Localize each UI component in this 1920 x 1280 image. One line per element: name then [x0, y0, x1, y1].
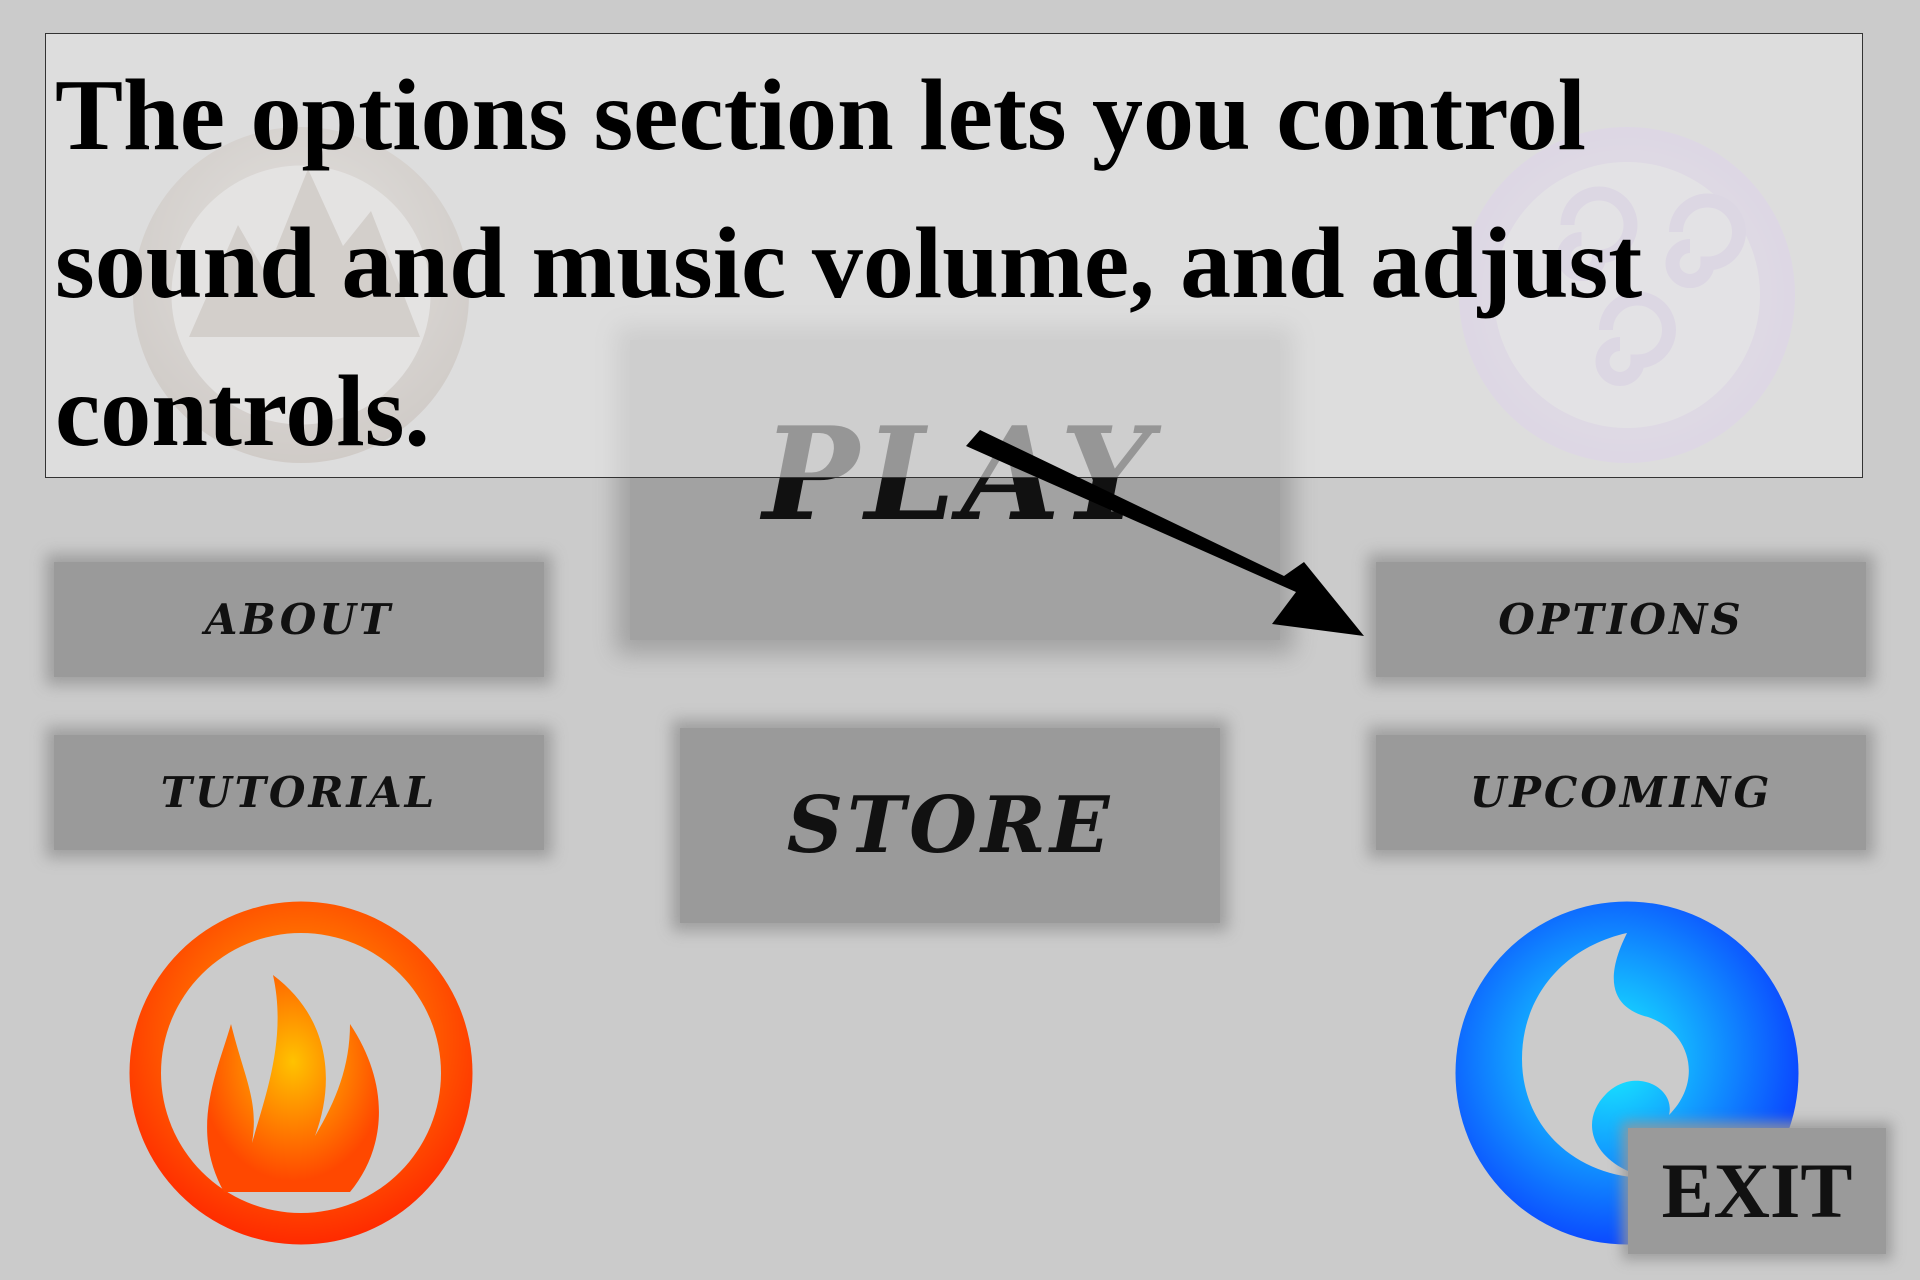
about-button[interactable]: ABOUT — [54, 562, 544, 677]
upcoming-button-label: UPCOMING — [1469, 768, 1773, 817]
about-button-label: ABOUT — [204, 595, 394, 644]
tutorial-button[interactable]: TUTORIAL — [54, 735, 544, 850]
exit-button[interactable]: EXIT — [1628, 1128, 1886, 1254]
store-button-label: STORE — [786, 780, 1114, 871]
fire-emblem-icon — [126, 898, 476, 1248]
store-button[interactable]: STORE — [680, 728, 1220, 923]
pointer-arrow-icon — [966, 430, 1364, 636]
exit-button-label: EXIT — [1661, 1147, 1853, 1234]
tutorial-text: The options section lets you control sou… — [55, 59, 1643, 468]
options-button-label: OPTIONS — [1498, 595, 1744, 644]
options-button[interactable]: OPTIONS — [1376, 562, 1866, 677]
upcoming-button[interactable]: UPCOMING — [1376, 735, 1866, 850]
tutorial-button-label: TUTORIAL — [160, 768, 438, 817]
